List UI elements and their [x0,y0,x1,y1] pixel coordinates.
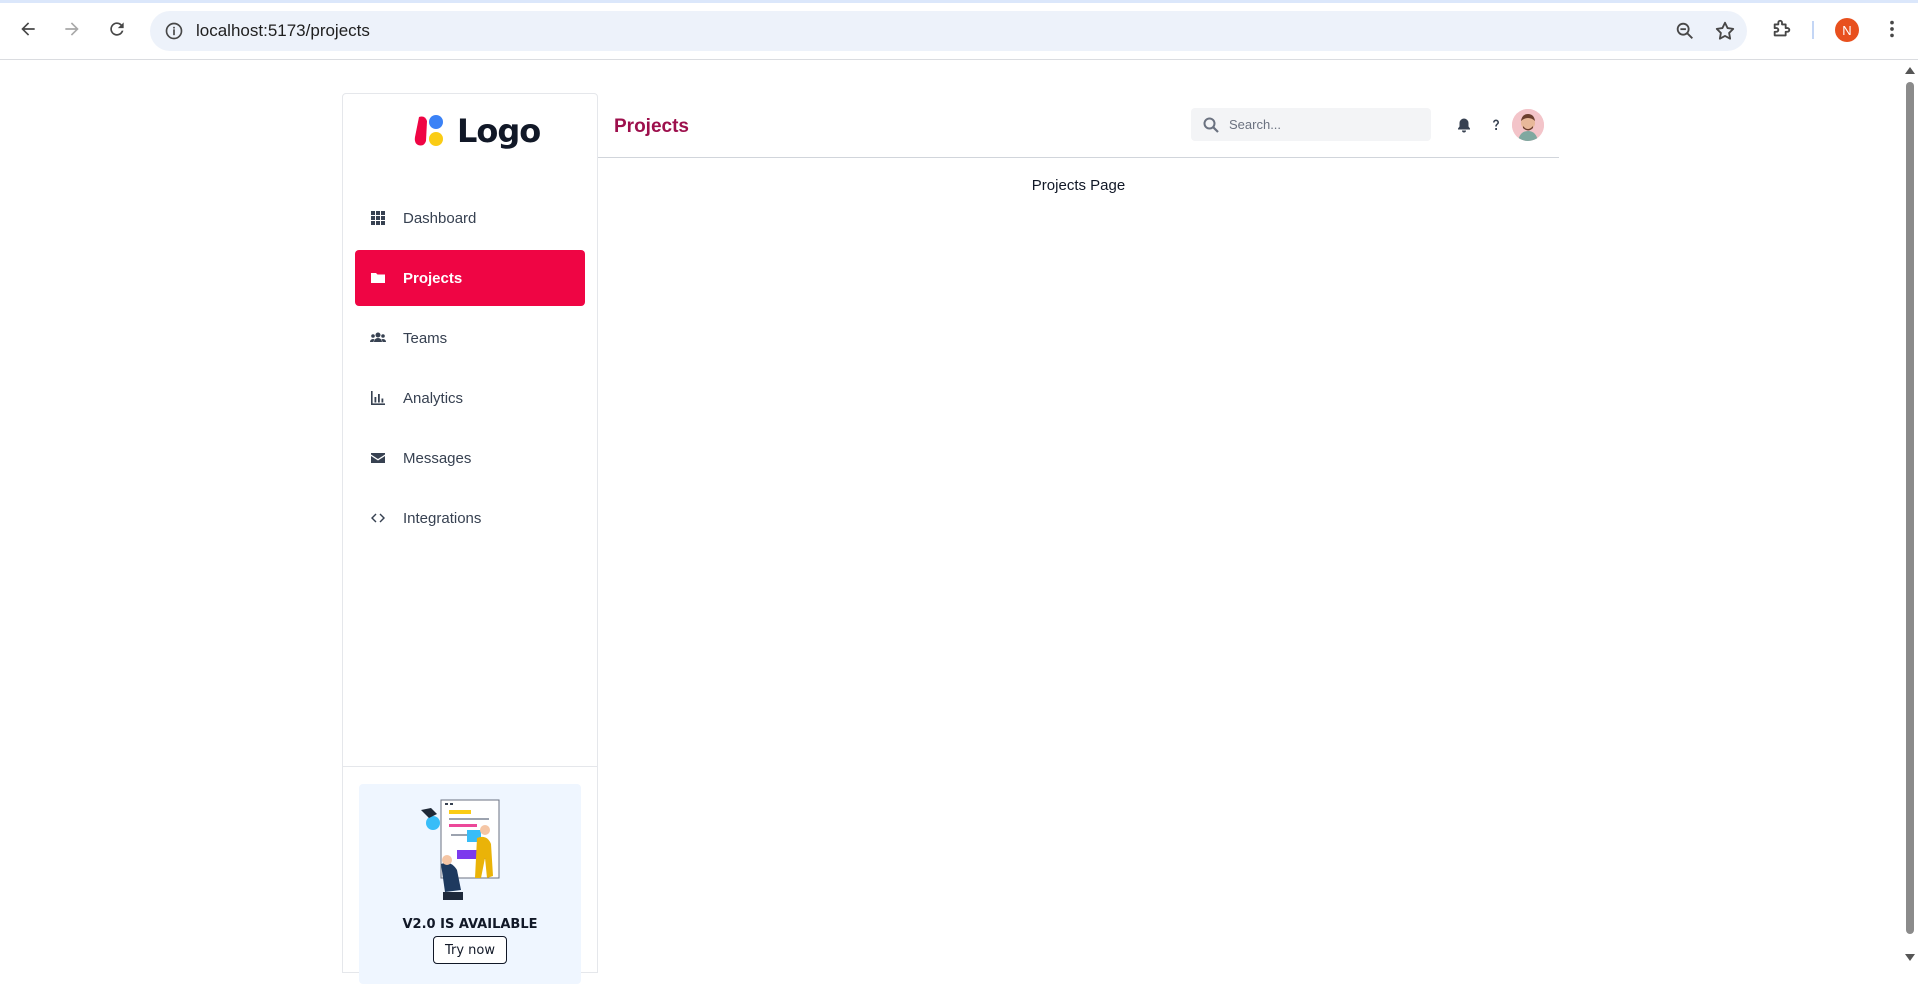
upgrade-promo-card: V2.0 IS AVAILABLE Try now [359,784,581,984]
promo-illustration [421,799,500,900]
address-bar[interactable]: localhost:5173/projects [150,11,1747,51]
page-content: Projects Page [1031,177,1126,194]
bell-icon [1458,118,1470,133]
bar-chart-icon [369,389,387,407]
browser-toolbar: localhost:5173/projects N [0,0,1918,60]
sidebar-item-projects[interactable]: Projects [355,250,585,306]
envelope-icon [369,449,387,467]
extensions-button[interactable] [1767,14,1797,44]
zoom-icon[interactable] [1674,20,1696,42]
user-photo-icon [1512,109,1544,141]
arrow-right-icon [65,22,79,36]
users-icon [369,329,387,347]
logo[interactable]: Logo [413,112,541,150]
bookmark-star-icon[interactable] [1714,20,1736,42]
scroll-up-arrow-icon[interactable] [1905,67,1915,74]
code-icon [369,509,387,527]
profile-avatar[interactable]: N [1835,18,1859,42]
promo-title: V2.0 IS AVAILABLE [402,917,538,932]
sidebar-item-label: Integrations [403,509,482,527]
toolbar-separator [1812,21,1814,39]
folder-icon [369,269,387,287]
arrow-left-icon [21,22,35,36]
tab-strip-edge [0,0,1918,3]
try-now-button[interactable]: Try now [433,936,507,964]
sidebar-item-dashboard[interactable]: Dashboard [355,190,585,246]
scroll-thumb[interactable] [1906,82,1914,934]
browser-menu-button[interactable] [1877,14,1907,44]
puzzle-icon [1773,19,1791,37]
scroll-down-arrow-icon[interactable] [1905,954,1915,961]
sidebar-item-messages[interactable]: Messages [355,430,585,486]
sidebar: Logo Dashboard Projects Teams Analytics [342,93,598,984]
search-icon [1203,117,1219,133]
sidebar-item-label: Projects [403,269,463,287]
notifications-button[interactable] [1454,115,1474,135]
sidebar-item-integrations[interactable]: Integrations [355,490,585,546]
site-info-icon[interactable] [164,21,184,41]
page-title: Projects [614,116,689,137]
user-avatar[interactable] [1512,109,1544,141]
sidebar-item-label: Teams [403,329,448,347]
sidebar-item-label: Dashboard [403,209,477,227]
question-mark-icon [1493,119,1499,130]
page-scrollbar[interactable] [1902,60,1918,967]
reload-button[interactable] [102,14,132,44]
logo-mark-icon [413,113,449,149]
top-header: Projects [598,93,1559,158]
search-input[interactable] [1229,108,1425,141]
logo-text: Logo [457,112,541,150]
sidebar-divider [343,766,597,767]
sidebar-item-label: Analytics [403,389,464,407]
kebab-menu-icon [1890,20,1894,38]
back-button[interactable] [13,14,43,44]
search-box[interactable] [1191,108,1431,141]
url-text[interactable]: localhost:5173/projects [196,21,370,41]
grid-icon [369,209,387,227]
reload-icon [110,22,124,36]
sidebar-item-analytics[interactable]: Analytics [355,370,585,426]
forward-button[interactable] [57,14,87,44]
sidebar-menu: Dashboard Projects Teams Analytics Messa… [355,190,585,550]
help-button[interactable] [1486,115,1506,135]
sidebar-item-label: Messages [403,449,472,467]
sidebar-item-teams[interactable]: Teams [355,310,585,366]
